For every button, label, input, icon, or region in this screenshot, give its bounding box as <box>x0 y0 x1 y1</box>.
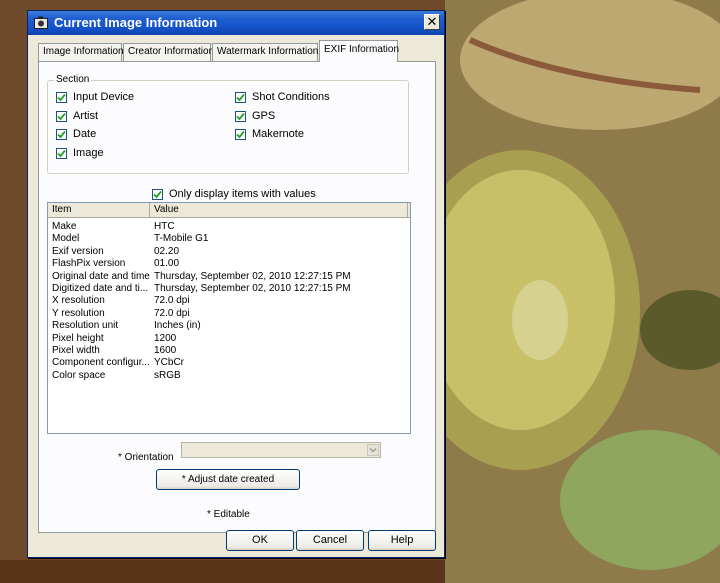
row-value: sRGB <box>154 369 181 381</box>
table-row[interactable]: X resolution 72.0 dpi <box>48 295 410 307</box>
checkbox-box[interactable] <box>235 128 246 140</box>
checkmark-icon <box>236 112 245 120</box>
row-value: 01.00 <box>154 258 180 270</box>
row-item: Make <box>52 221 77 232</box>
checkbox-label: Date <box>73 128 97 140</box>
exif-list[interactable]: Item Value Make HTC Model T-Mobile G1 Exif v… <box>47 202 411 434</box>
row-value: Thursday, September 02, 2010 12:27:15 PM <box>154 270 351 282</box>
table-row[interactable]: Original date and time Thursday, Septembe… <box>48 271 410 283</box>
row-item: Original date and time <box>52 270 150 282</box>
tab-image-information[interactable]: Image Information <box>38 43 124 61</box>
column-header-item[interactable]: Item <box>48 203 150 218</box>
tab-creator-information[interactable]: Creator Information <box>123 43 214 61</box>
row-value: Thursday, September 02, 2010 12:27:15 PM <box>154 283 351 294</box>
row-item: Digitized date and ti... <box>52 283 149 294</box>
checkmark-icon <box>57 112 66 120</box>
close-button[interactable]: ✕ <box>424 14 440 30</box>
row-item: Exif version <box>52 245 104 257</box>
ok-button[interactable]: OK <box>226 530 294 551</box>
checkbox-box[interactable] <box>56 147 67 159</box>
checkmark-icon <box>236 130 245 138</box>
orientation-select[interactable] <box>181 442 381 458</box>
row-value: Inches (in) <box>154 320 201 332</box>
row-item: Pixel height <box>52 332 104 344</box>
checkbox-box[interactable] <box>56 110 67 122</box>
checkmark-icon <box>236 93 245 101</box>
row-value: YCbCr <box>154 357 185 369</box>
checkbox-input-device[interactable]: Input Device <box>56 91 134 103</box>
row-item: Resolution unit <box>52 320 119 332</box>
window-title: Current Image Information <box>54 15 218 30</box>
title-bar[interactable]: Current Image Information ✕ <box>28 11 444 35</box>
table-row[interactable]: Pixel height 1200 <box>48 333 410 345</box>
checkbox-label: GPS <box>252 110 276 122</box>
checkbox-artist[interactable]: Artist <box>56 110 98 122</box>
checkbox-box[interactable] <box>56 128 67 140</box>
checkbox-box[interactable] <box>56 91 67 103</box>
row-value: 72.0 dpi <box>154 295 190 307</box>
checkmark-icon <box>153 190 162 198</box>
row-value: T-Mobile G1 <box>154 233 209 245</box>
checkbox-gps[interactable]: GPS <box>235 110 275 122</box>
table-row[interactable]: Make HTC <box>48 221 410 233</box>
close-icon: ✕ <box>426 14 438 29</box>
row-item: Pixel width <box>52 345 100 356</box>
checkbox-label: Input Device <box>73 91 135 103</box>
table-row[interactable]: FlashPix version 01.00 <box>48 258 410 270</box>
adjust-date-button[interactable]: * Adjust date created <box>156 469 300 490</box>
row-item: Y resolution <box>52 307 105 319</box>
image-info-dialog: Current Image Information ✕ Image Inform… <box>27 10 445 558</box>
checkbox-label: Artist <box>73 110 99 122</box>
dropdown-arrow[interactable] <box>367 444 379 456</box>
checkbox-label: Image <box>73 147 104 159</box>
section-legend: Section <box>54 74 92 85</box>
checkmark-icon <box>57 149 66 157</box>
chevron-down-icon <box>369 448 377 453</box>
table-row[interactable]: Component configur... YCbCr <box>48 357 410 369</box>
checkmark-icon <box>57 130 66 138</box>
row-item: FlashPix version <box>52 258 126 270</box>
tab-watermark-information[interactable]: Watermark Information <box>212 43 318 61</box>
table-row[interactable]: Exif version 02.20 <box>48 246 410 258</box>
row-item: Model <box>52 233 80 245</box>
checkbox-image[interactable]: Image <box>56 147 104 159</box>
checkbox-shot-conditions[interactable]: Shot Conditions <box>235 91 330 103</box>
checkbox-date[interactable]: Date <box>56 128 96 140</box>
row-value: 02.20 <box>154 245 180 257</box>
row-item: Component configur... <box>52 357 150 369</box>
editable-note: * Editable <box>207 509 250 520</box>
checkbox-box[interactable] <box>235 110 246 122</box>
exif-panel: Section Input Device Artist Date Image S… <box>38 61 436 533</box>
camera-icon <box>34 16 48 29</box>
orientation-label: * Orientation <box>118 452 174 463</box>
checkbox-label: Makernote <box>252 128 304 140</box>
cancel-button[interactable]: Cancel <box>296 530 364 551</box>
row-value: 72.0 dpi <box>154 307 190 319</box>
checkmark-icon <box>57 93 66 101</box>
row-item: Color space <box>52 369 106 381</box>
checkbox-box[interactable] <box>152 188 163 200</box>
checkbox-label: Only display items with values <box>169 188 316 200</box>
table-row[interactable]: Digitized date and ti... Thursday, Septem… <box>48 283 410 295</box>
table-row[interactable]: Model T-Mobile G1 <box>48 233 410 245</box>
table-row[interactable]: Resolution unit Inches (in) <box>48 320 410 332</box>
table-row[interactable]: Y resolution 72.0 dpi <box>48 308 410 320</box>
checkbox-label: Shot Conditions <box>252 91 330 103</box>
section-group: Section Input Device Artist Date Image S… <box>47 74 409 174</box>
table-row[interactable]: Pixel width 1600 <box>48 345 410 357</box>
row-value: 1600 <box>154 345 177 356</box>
checkbox-makernote[interactable]: Makernote <box>235 128 304 140</box>
list-header: Item Value <box>48 203 410 218</box>
row-value: HTC <box>154 221 175 232</box>
row-value: 1200 <box>154 332 177 344</box>
column-header-value[interactable]: Value <box>150 203 408 218</box>
checkbox-box[interactable] <box>235 91 246 103</box>
checkbox-only-values[interactable]: Only display items with values <box>152 188 316 200</box>
tab-exif-information[interactable]: EXIF Information <box>319 40 399 62</box>
help-button[interactable]: Help <box>368 530 436 551</box>
table-row[interactable]: Color space sRGB <box>48 370 410 382</box>
row-item: X resolution <box>52 295 105 307</box>
